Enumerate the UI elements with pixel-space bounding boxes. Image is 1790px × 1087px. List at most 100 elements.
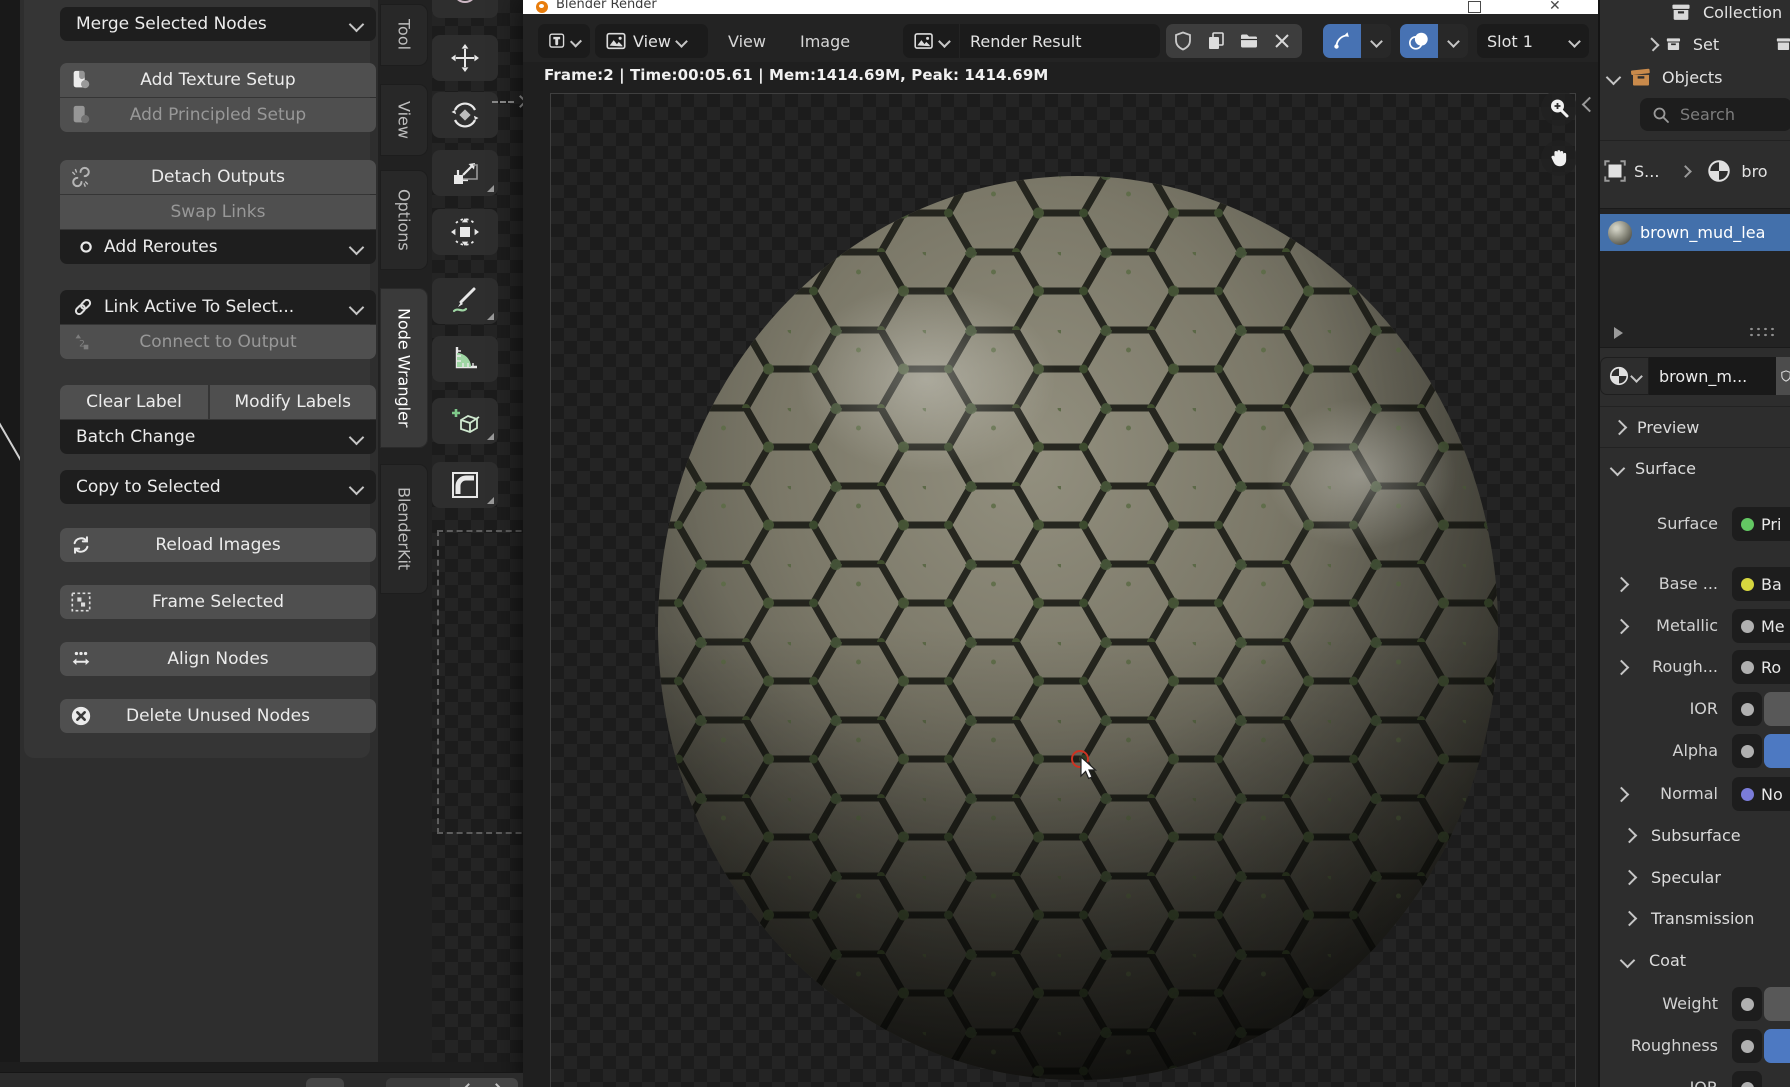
expand-play-icon[interactable] — [1614, 327, 1623, 339]
prev-icon[interactable] — [462, 1083, 475, 1087]
image-browse-button[interactable] — [903, 24, 959, 58]
open-image-button[interactable] — [1232, 24, 1265, 58]
render-slot-dropdown[interactable]: Slot 1 — [1477, 24, 1589, 58]
panel-preview[interactable]: Preview — [1600, 410, 1790, 444]
batch-change-dropdown[interactable]: Batch Change — [60, 420, 376, 454]
pan-gizmo[interactable] — [1541, 140, 1577, 176]
align-nodes-button[interactable]: Align Nodes — [60, 642, 376, 676]
overlays-dropdown[interactable] — [1438, 24, 1468, 58]
property-row-alpha: Alpha — [1600, 733, 1790, 769]
reload-images-button[interactable]: Reload Images — [60, 528, 376, 562]
expand-right-icon[interactable] — [1645, 37, 1659, 51]
footer-button[interactable] — [306, 1078, 344, 1087]
corner-tool-button[interactable] — [432, 462, 498, 508]
display-mode-dropdown[interactable]: View — [595, 24, 708, 58]
expand-down-icon[interactable] — [1606, 69, 1622, 85]
gizmos-dropdown[interactable] — [1361, 24, 1391, 58]
subsurface-label: Subsurface — [1651, 826, 1741, 845]
outliner-row-collection[interactable]: Collection — [1600, 0, 1790, 28]
tab-tool[interactable]: Tool — [380, 4, 428, 66]
merge-selected-nodes-dropdown[interactable]: Merge Selected Nodes — [60, 7, 376, 41]
alpha-socket-button[interactable] — [1732, 734, 1762, 768]
menu-image[interactable]: Image — [792, 24, 858, 58]
ior-socket-button[interactable] — [1732, 692, 1762, 726]
unlink-image-button[interactable] — [1265, 24, 1298, 58]
ior-value-field[interactable] — [1764, 692, 1790, 726]
outliner-search[interactable] — [1640, 98, 1790, 131]
menu-view[interactable]: View — [720, 24, 774, 58]
render-window: Blender Render ✕ View Vie — [523, 0, 1598, 1087]
jump-segment[interactable] — [386, 1078, 450, 1087]
clear-label-button[interactable]: Clear Label — [60, 385, 208, 419]
rotate-tool-button[interactable] — [432, 92, 498, 138]
tab-view[interactable]: View — [380, 84, 428, 156]
surface-shader-input[interactable]: Pri — [1732, 507, 1790, 541]
chevron-down-icon — [349, 240, 365, 256]
swap-links-label: Swap Links — [60, 202, 376, 222]
tab-blenderkit[interactable]: BlenderKit — [380, 464, 428, 594]
link-active-dropdown[interactable]: Link Active To Select... — [60, 290, 376, 324]
value-socket-icon — [1741, 1040, 1754, 1053]
maximize-button[interactable] — [1468, 1, 1481, 13]
breadcrumb-object[interactable]: S... — [1634, 162, 1659, 181]
material-slot-active[interactable]: brown_mud_lea — [1600, 214, 1790, 251]
detach-outputs-button[interactable]: Detach Outputs — [60, 160, 376, 194]
add-texture-setup-button[interactable]: Add Texture Setup — [60, 63, 376, 97]
subpanel-transmission[interactable]: Transmission — [1600, 901, 1790, 935]
material-name-field[interactable]: brown_m... — [1649, 357, 1776, 395]
outliner-row-objects[interactable]: Objects — [1600, 61, 1790, 93]
metallic-input[interactable]: Me — [1732, 609, 1790, 643]
coat-roughness-socket-button[interactable] — [1732, 1029, 1762, 1063]
image-name-field[interactable]: Render Result — [960, 24, 1160, 58]
alpha-value-field[interactable] — [1764, 734, 1790, 768]
next-icon[interactable] — [490, 1083, 503, 1087]
normal-input[interactable]: No — [1732, 777, 1790, 811]
measure-tool-button[interactable] — [432, 336, 498, 382]
weight-socket-button[interactable] — [1732, 987, 1762, 1021]
move-tool-button[interactable] — [432, 35, 498, 81]
add-principled-setup-button: Add Principled Setup — [60, 98, 376, 132]
select-tool-button[interactable] — [432, 0, 498, 18]
corner-pin-icon — [449, 469, 481, 501]
window-titlebar[interactable]: Blender Render ✕ — [523, 0, 1598, 14]
image-name: Render Result — [970, 32, 1081, 51]
material-browse-button[interactable] — [1600, 357, 1649, 395]
coat-ior-socket-button[interactable] — [1732, 1071, 1762, 1087]
fake-user-button[interactable] — [1776, 357, 1790, 395]
annotate-tool-button[interactable] — [432, 278, 498, 324]
outliner-row-set[interactable]: Set — [1600, 28, 1790, 60]
modify-labels-button[interactable]: Modify Labels — [210, 385, 377, 419]
tab-options[interactable]: Options — [380, 170, 428, 270]
frame-selected-button[interactable]: Frame Selected — [60, 585, 376, 619]
add-cube-tool-button[interactable] — [432, 398, 498, 444]
subpanel-subsurface[interactable]: Subsurface — [1600, 818, 1790, 852]
resize-grip-icon[interactable] — [1748, 326, 1776, 337]
tab-node-wrangler[interactable]: Node Wrangler — [380, 288, 428, 448]
copy-to-selected-dropdown[interactable]: Copy to Selected — [60, 470, 376, 504]
add-reroutes-dropdown[interactable]: Add Reroutes — [60, 230, 376, 264]
transform-tool-button[interactable] — [432, 209, 498, 255]
editor-type-button[interactable] — [538, 24, 590, 58]
roughness-input[interactable]: Ro — [1732, 650, 1790, 684]
search-input[interactable] — [1678, 104, 1774, 125]
delete-unused-nodes-button[interactable]: Delete Unused Nodes — [60, 699, 376, 733]
frame-selected-label: Frame Selected — [60, 592, 376, 612]
subpanel-specular[interactable]: Specular — [1600, 860, 1790, 894]
zoom-gizmo[interactable] — [1541, 90, 1577, 126]
delete-circle-x-icon — [70, 705, 92, 727]
chevron-down-icon — [938, 35, 951, 48]
panel-surface[interactable]: Surface — [1600, 451, 1790, 485]
overlays-toggle[interactable] — [1400, 24, 1468, 58]
breadcrumb-material[interactable]: bro — [1741, 162, 1779, 181]
scale-tool-button[interactable] — [432, 150, 498, 196]
subpanel-coat[interactable]: Coat — [1600, 943, 1790, 977]
close-button[interactable]: ✕ — [1549, 0, 1561, 14]
base-color-input[interactable]: Ba — [1732, 567, 1790, 601]
jump-controls[interactable] — [386, 1078, 518, 1087]
weight-value-field[interactable] — [1764, 987, 1790, 1021]
connect-to-output-button: 2 Connect to Output — [60, 325, 376, 359]
gizmos-toggle[interactable] — [1323, 24, 1391, 58]
fake-user-shield-button[interactable] — [1166, 24, 1199, 58]
new-image-button[interactable] — [1199, 24, 1232, 58]
coat-roughness-value-field[interactable] — [1764, 1029, 1790, 1063]
